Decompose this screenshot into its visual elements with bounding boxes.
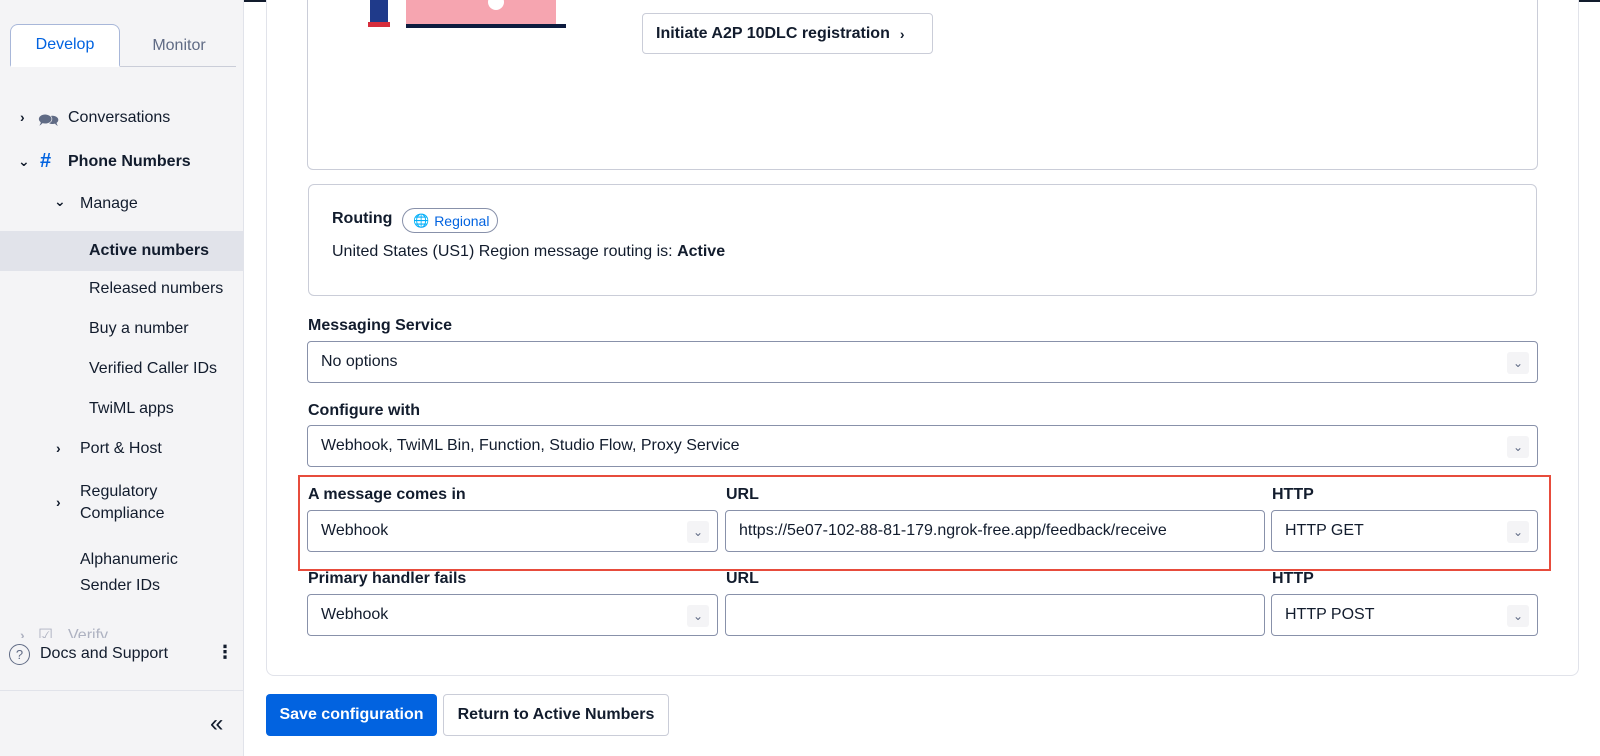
sidebar-item-label: Conversations (68, 109, 171, 126)
message-comes-in-label: A message comes in (308, 486, 466, 503)
messaging-service-label: Messaging Service (308, 317, 453, 334)
primary-handler-fails-label: Primary handler fails (308, 570, 467, 587)
chevron-down-icon: ⌄ (1507, 605, 1529, 627)
verify-icon: ☑ (38, 626, 54, 638)
fallback-url-label: URL (726, 570, 759, 587)
routing-box (308, 184, 1537, 296)
configure-with-label: Configure with (308, 402, 420, 419)
kebab-icon[interactable]: ⋮ (216, 642, 234, 663)
select-value: HTTP POST (1285, 606, 1375, 623)
a2p-button-label: Initiate A2P 10DLC registration (656, 24, 890, 42)
routing-text-prefix: United States (US1) Region message routi… (332, 243, 673, 260)
tab-develop[interactable]: Develop (10, 24, 120, 67)
fallback-url-input[interactable] (725, 594, 1265, 636)
message-http-method-select[interactable]: HTTP GET ⌄ (1271, 510, 1538, 552)
input-value: https://5e07-102-88-81-179.ngrok-free.ap… (739, 522, 1167, 539)
routing-status-text: United States (US1) Region message routi… (332, 243, 725, 261)
chevron-right-icon: › (899, 25, 905, 42)
sidebar-item-label: Verified Caller IDs (89, 360, 218, 377)
sidebar-item-label: Active numbers (89, 242, 210, 259)
sidebar-item-label: Port & Host (80, 440, 162, 457)
sidebar-item-verify[interactable]: › ☑ Verify (0, 624, 244, 638)
globe-icon: 🌐 (413, 212, 430, 228)
double-chevron-left-icon[interactable]: « (210, 710, 223, 738)
docs-label: Docs and Support (40, 645, 169, 662)
save-configuration-button[interactable]: Save configuration (266, 694, 437, 736)
badge-label: Regional (434, 212, 490, 229)
sidebar-item-port-host[interactable]: › Port & Host (0, 437, 244, 463)
chevron-right-icon: › (56, 494, 61, 510)
chevron-right-icon: › (20, 627, 25, 638)
chevron-down-icon: ⌄ (18, 153, 30, 169)
fallback-http-label: HTTP (1272, 570, 1314, 587)
sidebar-item-manage[interactable]: ⌄ Manage (0, 192, 244, 218)
http-label: HTTP (1272, 486, 1314, 503)
help-circle-icon: ? (9, 644, 30, 665)
chevron-down-icon: ⌄ (1507, 521, 1529, 543)
sidebar: Develop Monitor › 🗪 Conversations ⌄ # Ph… (0, 0, 244, 756)
chat-bubbles-icon: 🗪 (38, 111, 60, 130)
fallback-handler-select[interactable]: Webhook ⌄ (307, 594, 718, 636)
message-url-input[interactable]: https://5e07-102-88-81-179.ngrok-free.ap… (725, 510, 1265, 552)
url-label: URL (726, 486, 759, 503)
sidebar-item-label: Released numbers (89, 280, 224, 297)
fallback-http-method-select[interactable]: HTTP POST ⌄ (1271, 594, 1538, 636)
sidebar-item-released-numbers[interactable]: Released numbers (0, 277, 244, 303)
sidebar-item-verified-caller-ids[interactable]: Verified Caller IDs (0, 357, 244, 383)
sidebar-item-conversations[interactable]: › 🗪 Conversations (0, 106, 244, 132)
configure-with-select[interactable]: Webhook, TwiML Bin, Function, Studio Flo… (307, 425, 1538, 467)
sidebar-item-alphanumeric-sender-ids[interactable]: Alphanumeric Sender IDs (0, 549, 244, 597)
chevron-down-icon: ⌄ (1507, 436, 1529, 458)
hash-icon: # (40, 150, 52, 172)
sidebar-nav: › 🗪 Conversations ⌄ # Phone Numbers ⌄ Ma… (0, 96, 244, 638)
a2p-registration-button[interactable]: Initiate A2P 10DLC registration › (642, 13, 933, 54)
select-value: Webhook (321, 606, 389, 623)
select-value: Webhook (321, 522, 389, 539)
message-handler-select[interactable]: Webhook ⌄ (307, 510, 718, 552)
regional-badge: 🌐 Regional (402, 208, 498, 233)
sidebar-item-label-line2: Compliance (80, 505, 165, 522)
illustration-image (368, 0, 566, 28)
chevron-down-icon: ⌄ (687, 521, 709, 543)
select-value: No options (321, 353, 398, 370)
return-to-active-numbers-button[interactable]: Return to Active Numbers (443, 694, 669, 736)
select-value: HTTP GET (1285, 522, 1364, 539)
sidebar-item-label-line2: Sender IDs (80, 577, 161, 594)
sidebar-item-buy-number[interactable]: Buy a number (0, 317, 244, 343)
select-value: Webhook, TwiML Bin, Function, Studio Flo… (321, 437, 740, 454)
sidebar-item-label: Buy a number (89, 320, 189, 337)
chevron-right-icon: › (56, 440, 61, 456)
tab-monitor[interactable]: Monitor (122, 24, 236, 67)
sidebar-item-label: Phone Numbers (68, 153, 191, 170)
docs-and-support[interactable]: ? Docs and Support ⋮ (0, 640, 244, 670)
chevron-right-icon: › (20, 109, 25, 125)
messaging-service-select[interactable]: No options ⌄ (307, 341, 1538, 383)
routing-label: Routing (332, 210, 393, 227)
sidebar-item-label: TwiML apps (89, 400, 174, 417)
sidebar-item-regulatory-compliance[interactable]: › Regulatory Compliance (0, 481, 244, 529)
sidebar-item-label: Verify (68, 627, 109, 638)
sidebar-item-label-line1: Alphanumeric (80, 551, 178, 568)
chevron-down-icon: ⌄ (687, 605, 709, 627)
chevron-down-icon: ⌄ (1507, 352, 1529, 374)
sidebar-tabs: Develop Monitor (10, 24, 236, 67)
routing-status: Active (677, 243, 726, 260)
sidebar-item-label-line1: Regulatory (80, 483, 158, 500)
sidebar-item-active-numbers[interactable]: Active numbers (0, 231, 244, 271)
sidebar-item-twiml-apps[interactable]: TwiML apps (0, 397, 244, 423)
sidebar-item-label: Manage (80, 195, 138, 212)
chevron-down-icon: ⌄ (54, 193, 66, 209)
sidebar-item-phone-numbers[interactable]: ⌄ # Phone Numbers (0, 150, 244, 176)
divider (0, 690, 244, 691)
